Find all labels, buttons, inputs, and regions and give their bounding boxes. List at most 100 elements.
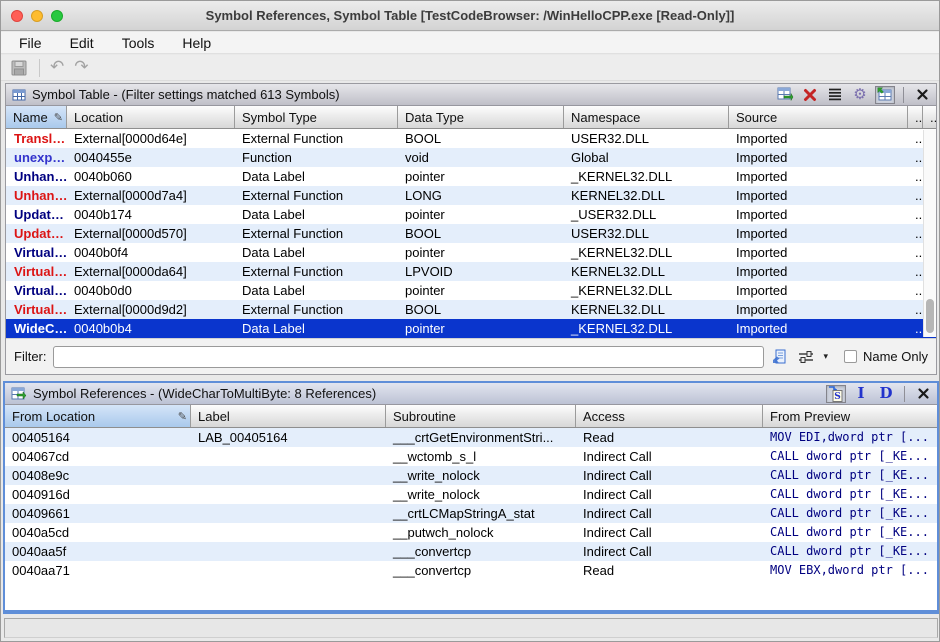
table-row[interactable]: Transl…External[0000d64e]External Functi… xyxy=(6,129,936,148)
cell-location: External[0000d64e] xyxy=(67,129,235,148)
cell-label xyxy=(191,542,386,561)
cell-location: External[0000d570] xyxy=(67,224,235,243)
table-row[interactable]: Virtual…External[0000d9d2]External Funct… xyxy=(6,300,936,319)
menu-tools[interactable]: Tools xyxy=(122,35,155,51)
settings-gear-icon[interactable]: ⚙ xyxy=(850,86,870,104)
name-only-checkbox[interactable] xyxy=(844,350,857,363)
table-row[interactable]: 00408e9c__write_nolockIndirect CallCALL … xyxy=(5,466,937,485)
table-row[interactable]: Updat…External[0000d570]External Functio… xyxy=(6,224,936,243)
name-only-label: Name Only xyxy=(863,349,928,364)
undo-icon[interactable]: ↶ xyxy=(50,59,64,76)
edit-table-icon[interactable] xyxy=(875,86,895,104)
cell-location: 0040b060 xyxy=(67,167,235,186)
cell-source: Imported xyxy=(729,300,908,319)
data-refs-toggle-icon[interactable]: D xyxy=(876,385,896,403)
cell-namespace: _KERNEL32.DLL xyxy=(564,319,729,338)
table-row[interactable]: Unhan…0040b060Data Labelpointer_KERNEL32… xyxy=(6,167,936,186)
scrollbar-thumb[interactable] xyxy=(926,299,934,333)
delete-icon[interactable] xyxy=(800,86,820,104)
table-row[interactable]: 00405164LAB_00405164___crtGetEnvironment… xyxy=(5,428,937,447)
symbol-table-icon xyxy=(12,88,26,102)
column-header-symboltype[interactable]: Symbol Type xyxy=(235,106,398,128)
table-row[interactable]: WideC…0040b0b4Data Labelpointer_KERNEL32… xyxy=(6,319,936,338)
cell-location: 0040b0d0 xyxy=(67,281,235,300)
symbol-table-title: Symbol Table - (Filter settings matched … xyxy=(32,87,340,102)
column-header-subroutine[interactable]: Subroutine xyxy=(386,405,576,427)
cell-from-preview: CALL dword ptr [_KE... xyxy=(763,447,937,466)
cell-data-type: pointer xyxy=(398,205,564,224)
column-header-overflow[interactable]: .. xyxy=(908,106,923,128)
cell-location: External[0000da64] xyxy=(67,262,235,281)
make-selection-icon[interactable] xyxy=(775,86,795,104)
cell-data-type: LONG xyxy=(398,186,564,205)
cell-data-type: BOOL xyxy=(398,300,564,319)
column-header-label[interactable]: Label xyxy=(191,405,386,427)
save-icon[interactable] xyxy=(9,59,29,77)
cell-source: Imported xyxy=(729,224,908,243)
cell-access: Indirect Call xyxy=(576,504,763,523)
filter-options-icon[interactable] xyxy=(796,348,816,366)
table-row[interactable]: 0040aa5f___convertcpIndirect CallCALL dw… xyxy=(5,542,937,561)
column-header-label: Access xyxy=(583,409,625,424)
redo-icon[interactable]: ↷ xyxy=(74,59,88,76)
table-row[interactable]: Unhan…External[0000d7a4]External Functio… xyxy=(6,186,936,205)
symbol-table-header: Name✎LocationSymbol TypeData TypeNamespa… xyxy=(6,106,936,129)
cell-label xyxy=(191,561,386,580)
table-row[interactable]: Virtual…External[0000da64]External Funct… xyxy=(6,262,936,281)
cell-location: 0040b174 xyxy=(67,205,235,224)
column-header-label: Source xyxy=(736,110,777,125)
window-title: Symbol References, Symbol Table [TestCod… xyxy=(1,1,939,31)
cell-data-type: pointer xyxy=(398,167,564,186)
instruction-refs-toggle-icon[interactable]: I xyxy=(851,385,871,403)
cell-subroutine: __crtLCMapStringA_stat xyxy=(386,504,576,523)
cell-overflow: ... xyxy=(908,167,923,186)
column-header-source[interactable]: Source xyxy=(729,106,908,128)
table-row[interactable]: 0040aa71___convertcpReadMOV EBX,dword pt… xyxy=(5,561,937,580)
cell-overflow: ... xyxy=(908,281,923,300)
clear-filter-icon[interactable] xyxy=(770,348,790,366)
column-header-location[interactable]: Location xyxy=(67,106,235,128)
symbol-refs-toggle-icon[interactable]: S xyxy=(826,385,846,403)
close-panel-icon[interactable] xyxy=(913,385,933,403)
main-toolbar: ↶ ↷ xyxy=(1,55,939,81)
cell-namespace: USER32.DLL xyxy=(564,224,729,243)
cell-source: Imported xyxy=(729,205,908,224)
filter-input[interactable] xyxy=(53,346,765,368)
table-row[interactable]: 0040916d__write_nolockIndirect CallCALL … xyxy=(5,485,937,504)
close-panel-icon[interactable] xyxy=(912,86,932,104)
column-header-access[interactable]: Access xyxy=(576,405,763,427)
symbol-table-panel: Symbol Table - (Filter settings matched … xyxy=(5,83,937,375)
table-row[interactable]: Virtual…0040b0d0Data Labelpointer_KERNEL… xyxy=(6,281,936,300)
column-header-name[interactable]: Name✎ xyxy=(6,106,67,128)
table-row[interactable]: 00409661__crtLCMapStringA_statIndirect C… xyxy=(5,504,937,523)
menu-help[interactable]: Help xyxy=(182,35,211,51)
column-header-overflow[interactable]: .. xyxy=(923,106,936,128)
table-row[interactable]: unexp…0040455eFunctionvoidGlobalImported… xyxy=(6,148,936,167)
column-header-frompreview[interactable]: From Preview xyxy=(763,405,937,427)
cell-overflow: ... xyxy=(908,319,923,338)
column-header-label: Name xyxy=(13,110,48,125)
symbol-references-body: 00405164LAB_00405164___crtGetEnvironment… xyxy=(5,428,937,610)
cell-symbol-type: External Function xyxy=(235,262,398,281)
column-settings-icon[interactable] xyxy=(825,86,845,104)
cell-label xyxy=(191,447,386,466)
cell-source: Imported xyxy=(729,129,908,148)
menu-file[interactable]: File xyxy=(19,35,42,51)
column-header-namespace[interactable]: Namespace xyxy=(564,106,729,128)
cell-access: Indirect Call xyxy=(576,542,763,561)
cell-namespace: _KERNEL32.DLL xyxy=(564,281,729,300)
column-header-datatype[interactable]: Data Type xyxy=(398,106,564,128)
symbol-table-scrollbar[interactable] xyxy=(923,130,936,337)
filter-options-dropdown-icon[interactable]: ▾ xyxy=(823,351,828,362)
table-row[interactable]: 004067cd__wctomb_s_lIndirect CallCALL dw… xyxy=(5,447,937,466)
table-row[interactable]: 0040a5cd__putwch_nolockIndirect CallCALL… xyxy=(5,523,937,542)
cell-subroutine: __putwch_nolock xyxy=(386,523,576,542)
table-row[interactable]: Virtual…0040b0f4Data Labelpointer_KERNEL… xyxy=(6,243,936,262)
cell-namespace: KERNEL32.DLL xyxy=(564,186,729,205)
cell-overflow: ... xyxy=(908,243,923,262)
cell-from-location: 00408e9c xyxy=(5,466,191,485)
menu-edit[interactable]: Edit xyxy=(70,35,94,51)
column-header-fromlocation[interactable]: From Location✎ xyxy=(5,405,191,427)
symbol-references-panel: Symbol References - (WideCharToMultiByte… xyxy=(3,381,939,614)
table-row[interactable]: Updat…0040b174Data Labelpointer_USER32.D… xyxy=(6,205,936,224)
